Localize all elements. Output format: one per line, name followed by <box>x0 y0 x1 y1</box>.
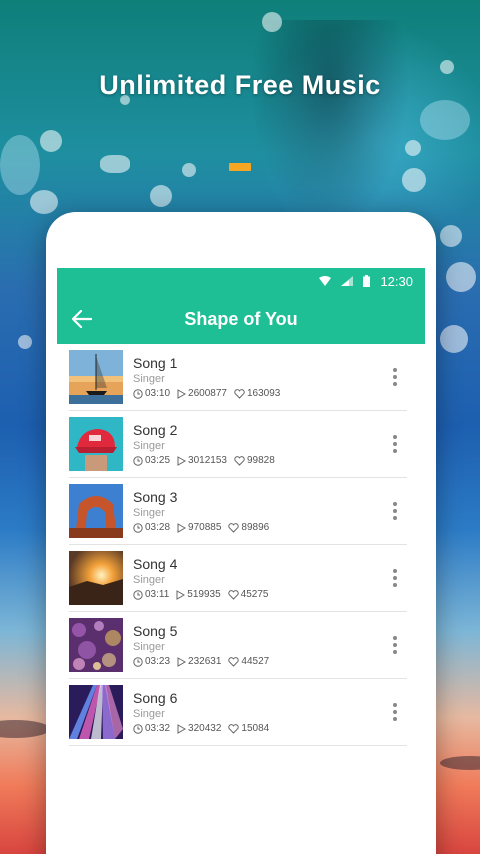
play-icon <box>177 656 187 667</box>
wifi-icon <box>319 276 332 286</box>
singer-name: Singer <box>133 373 165 385</box>
song-title: Song 2 <box>133 422 178 438</box>
phone-frame: 12:30 Shape of You Song 1 Singer 03:10 2… <box>46 212 436 854</box>
battery-icon <box>363 275 371 287</box>
heart-icon <box>228 656 240 667</box>
more-options-button[interactable] <box>387 699 403 725</box>
song-duration: 03:23 <box>145 656 171 667</box>
song-list-item[interactable]: Song 6 Singer 03:32 320432 15084 <box>69 679 407 746</box>
performer-silhouette <box>250 20 410 230</box>
heart-icon <box>228 522 240 533</box>
promo-headline: Unlimited Free Music <box>99 70 381 100</box>
phone-screen: 12:30 Shape of You Song 1 Singer 03:10 2… <box>57 268 425 854</box>
song-list-item[interactable]: Song 3 Singer 03:28 970885 89896 <box>69 478 407 545</box>
more-vertical-icon <box>393 569 397 573</box>
album-art-light-trails <box>69 685 123 739</box>
album-art-bokeh-purple <box>69 618 123 672</box>
song-list: Song 1 Singer 03:10 2600877 163093 Song … <box>57 344 425 746</box>
more-options-button[interactable] <box>387 632 403 658</box>
more-options-button[interactable] <box>387 498 403 524</box>
song-list-item[interactable]: Song 4 Singer 03:11 519935 45275 <box>69 545 407 612</box>
play-count: 2600877 <box>188 388 227 399</box>
clock-icon <box>133 589 143 600</box>
like-count: 45275 <box>240 589 269 600</box>
play-count: 519935 <box>187 589 221 600</box>
album-art-arch-rock <box>69 484 123 538</box>
back-button[interactable] <box>69 306 95 332</box>
more-vertical-icon <box>393 703 397 707</box>
page-title: Shape of You <box>184 308 298 329</box>
like-count: 99828 <box>246 455 275 466</box>
more-options-button[interactable] <box>387 565 403 591</box>
heart-icon <box>228 723 240 734</box>
more-vertical-icon <box>393 368 397 372</box>
play-icon <box>177 522 187 533</box>
singer-name: Singer <box>133 574 165 586</box>
like-count: 15084 <box>241 723 270 734</box>
song-title: Song 1 <box>133 355 178 371</box>
album-art-sailboat <box>69 350 123 404</box>
more-options-button[interactable] <box>387 431 403 457</box>
more-vertical-icon <box>393 435 397 439</box>
album-art-sunset <box>69 551 123 605</box>
song-duration: 03:28 <box>145 522 171 533</box>
song-duration: 03:11 <box>145 589 170 600</box>
play-icon <box>177 455 187 466</box>
status-bar: 12:30 <box>57 268 425 294</box>
song-list-item[interactable]: Song 5 Singer 03:23 232631 44527 <box>69 612 407 679</box>
song-title: Song 5 <box>133 623 178 639</box>
singer-name: Singer <box>133 641 165 653</box>
song-duration: 03:25 <box>145 455 171 466</box>
play-count: 320432 <box>188 723 222 734</box>
play-icon <box>176 589 186 600</box>
more-vertical-icon <box>393 502 397 506</box>
song-duration: 03:10 <box>145 388 171 399</box>
song-duration: 03:32 <box>145 723 171 734</box>
arrow-left-icon <box>72 310 92 328</box>
song-title: Song 4 <box>133 556 178 572</box>
play-icon <box>177 388 187 399</box>
like-count: 163093 <box>246 388 281 399</box>
clock-icon <box>133 388 143 399</box>
play-count: 232631 <box>188 656 222 667</box>
like-count: 44527 <box>241 656 270 667</box>
heart-icon <box>234 388 245 399</box>
heart-icon <box>234 455 245 466</box>
play-icon <box>177 723 187 734</box>
accent-divider <box>229 163 251 171</box>
clock-icon <box>133 656 143 667</box>
song-list-item[interactable]: Song 1 Singer 03:10 2600877 163093 <box>69 344 407 411</box>
singer-name: Singer <box>133 708 165 720</box>
singer-name: Singer <box>133 440 165 452</box>
signal-icon <box>341 276 354 286</box>
song-title: Song 6 <box>133 690 178 706</box>
more-vertical-icon <box>393 636 397 640</box>
app-bar: Shape of You <box>57 294 425 344</box>
like-count: 89896 <box>241 522 270 533</box>
play-count: 970885 <box>188 522 222 533</box>
more-options-button[interactable] <box>387 364 403 390</box>
clock-icon <box>133 723 143 734</box>
status-time: 12:30 <box>380 273 413 289</box>
singer-name: Singer <box>133 507 165 519</box>
album-art-red-cap <box>69 417 123 471</box>
heart-icon <box>227 589 239 600</box>
clock-icon <box>133 522 143 533</box>
song-list-item[interactable]: Song 2 Singer 03:25 3012153 99828 <box>69 411 407 478</box>
clock-icon <box>133 455 143 466</box>
song-title: Song 3 <box>133 489 178 505</box>
play-count: 3012153 <box>188 455 227 466</box>
